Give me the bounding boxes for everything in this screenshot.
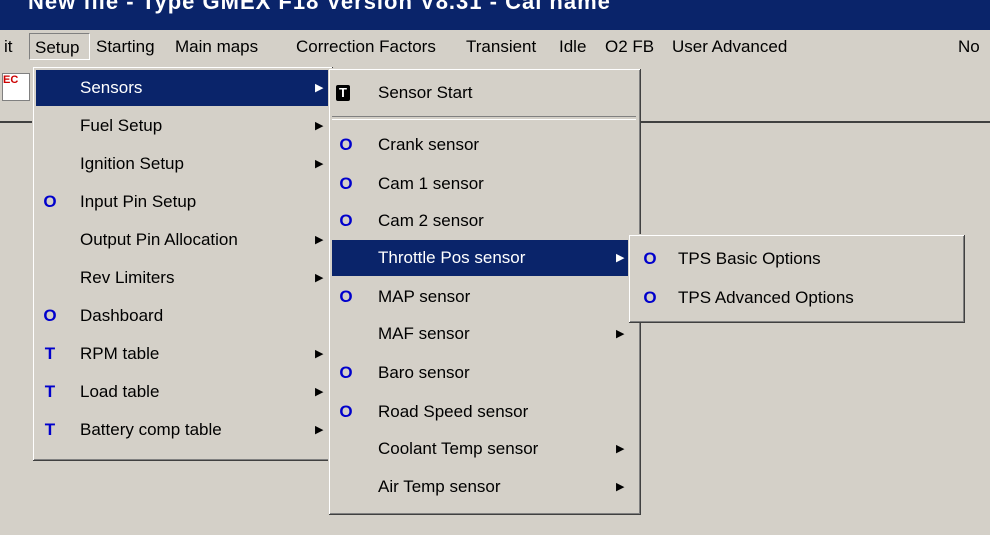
menu-o2-fb[interactable]: O2 FB [605,33,654,60]
submenu-arrow-icon: ▶ [616,481,625,493]
option-marker-icon: O [43,192,57,211]
menu-next-partial[interactable]: No [958,33,980,60]
submenu-arrow-icon: ▶ [315,234,324,246]
option-marker-icon: O [339,363,353,382]
menu-item-label: MAP sensor [378,287,471,306]
option-marker-icon: O [43,306,57,325]
menu-item-label: Coolant Temp sensor [378,439,539,458]
menu-item-label: Input Pin Setup [80,192,197,211]
submenu-arrow-icon: ▶ [616,252,625,264]
menu-item-label: Sensors [80,78,143,97]
menu-item-cam-1-sensor[interactable]: O Cam 1 sensor [332,166,636,202]
menu-item-label: Sensor Start [378,83,473,102]
option-marker-icon: O [339,287,353,306]
menu-item-maf-sensor[interactable]: MAF sensor ▶ [332,316,636,352]
menu-item-label: Crank sensor [378,135,480,154]
menu-item-label: TPS Basic Options [678,249,821,268]
menu-user-advanced[interactable]: User Advanced [672,33,787,60]
menu-item-label: RPM table [80,344,160,363]
menu-item-sensors[interactable]: Sensors ▶ [36,70,328,106]
app-toolbar-icon[interactable]: EC [2,73,30,101]
menu-item-crank-sensor[interactable]: O Crank sensor [332,127,636,163]
menu-edit-partial[interactable]: it [4,33,13,60]
submenu-arrow-icon: ▶ [616,443,625,455]
menu-separator [332,116,636,120]
menu-setup[interactable]: Setup [29,33,90,60]
menu-item-baro-sensor[interactable]: O Baro sensor [332,355,636,391]
menu-item-ignition-setup[interactable]: Ignition Setup ▶ [36,146,328,182]
menu-item-label: Road Speed sensor [378,402,529,421]
window-title: New file - Type GMEX F18 Version V8.31 -… [28,0,611,14]
menu-item-label: Output Pin Allocation [80,230,238,249]
submenu-arrow-icon: ▶ [315,158,324,170]
menu-item-output-pin-allocation[interactable]: Output Pin Allocation ▶ [36,222,328,258]
menu-item-label: Load table [80,382,160,401]
menu-item-coolant-temp-sensor[interactable]: Coolant Temp sensor ▶ [332,431,636,467]
submenu-arrow-icon: ▶ [616,328,625,340]
menu-item-rpm-table[interactable]: T RPM table ▶ [36,336,328,372]
menu-item-road-speed-sensor[interactable]: O Road Speed sensor [332,394,636,430]
menu-item-label: Ignition Setup [80,154,184,173]
submenu-arrow-icon: ▶ [315,82,324,94]
option-marker-icon: O [339,211,353,230]
menu-item-input-pin-setup[interactable]: O Input Pin Setup [36,184,328,220]
table-marker-icon: T [336,85,350,101]
menu-item-fuel-setup[interactable]: Fuel Setup ▶ [36,108,328,144]
toolbar-icon-text: EC [3,74,19,86]
menu-item-label: Baro sensor [378,363,470,382]
submenu-arrow-icon: ▶ [315,424,324,436]
title-bar: New file - Type GMEX F18 Version V8.31 -… [0,0,990,30]
menu-item-label: Rev Limiters [80,268,175,287]
option-marker-icon: O [643,249,657,268]
menu-idle[interactable]: Idle [559,33,586,60]
option-marker-icon: O [339,402,353,421]
menu-item-label: Battery comp table [80,420,222,439]
setup-dropdown-menu: Sensors ▶ Fuel Setup ▶ Ignition Setup ▶ O Input… [32,66,332,460]
menu-main-maps[interactable]: Main maps [175,33,258,60]
menu-correction-factors[interactable]: Correction Factors [296,33,436,60]
menu-item-label: Fuel Setup [80,116,163,135]
menu-item-dashboard[interactable]: O Dashboard [36,298,328,334]
menu-item-air-temp-sensor[interactable]: Air Temp sensor ▶ [332,469,636,505]
menu-transient[interactable]: Transient [466,33,536,60]
sensors-submenu: T Sensor Start O Crank sensor O Cam 1 sensor O… [328,68,640,514]
option-marker-icon: O [339,174,353,193]
menu-item-label: Cam 1 sensor [378,174,484,193]
menu-item-label: Throttle Pos sensor [378,248,526,267]
menu-item-label: Cam 2 sensor [378,211,484,230]
menu-bar: it Setup Starting Main maps Correction F… [0,30,990,63]
tps-submenu: O TPS Basic Options O TPS Advanced Options [628,234,964,322]
menu-item-load-table[interactable]: T Load table ▶ [36,374,328,410]
table-marker-icon: T [44,420,56,439]
submenu-arrow-icon: ▶ [315,348,324,360]
menu-item-throttle-pos-sensor[interactable]: Throttle Pos sensor ▶ [332,240,636,276]
menu-item-label: Air Temp sensor [378,477,501,496]
option-marker-icon: O [339,135,353,154]
menu-item-sensor-start[interactable]: T Sensor Start [332,75,636,111]
menu-item-tps-basic-options[interactable]: O TPS Basic Options [632,241,960,277]
menu-item-label: MAF sensor [378,324,470,343]
menu-item-battery-comp-table[interactable]: T Battery comp table ▶ [36,412,328,448]
menu-item-rev-limiters[interactable]: Rev Limiters ▶ [36,260,328,296]
menu-item-tps-advanced-options[interactable]: O TPS Advanced Options [632,280,960,316]
submenu-arrow-icon: ▶ [315,386,324,398]
menu-item-map-sensor[interactable]: O MAP sensor [332,279,636,315]
table-marker-icon: T [44,344,56,363]
table-marker-icon: T [44,382,56,401]
submenu-arrow-icon: ▶ [315,272,324,284]
menu-starting[interactable]: Starting [96,33,155,60]
menu-item-label: TPS Advanced Options [678,288,854,307]
menu-item-cam-2-sensor[interactable]: O Cam 2 sensor [332,203,636,239]
option-marker-icon: O [643,288,657,307]
submenu-arrow-icon: ▶ [315,120,324,132]
menu-item-label: Dashboard [80,306,164,325]
